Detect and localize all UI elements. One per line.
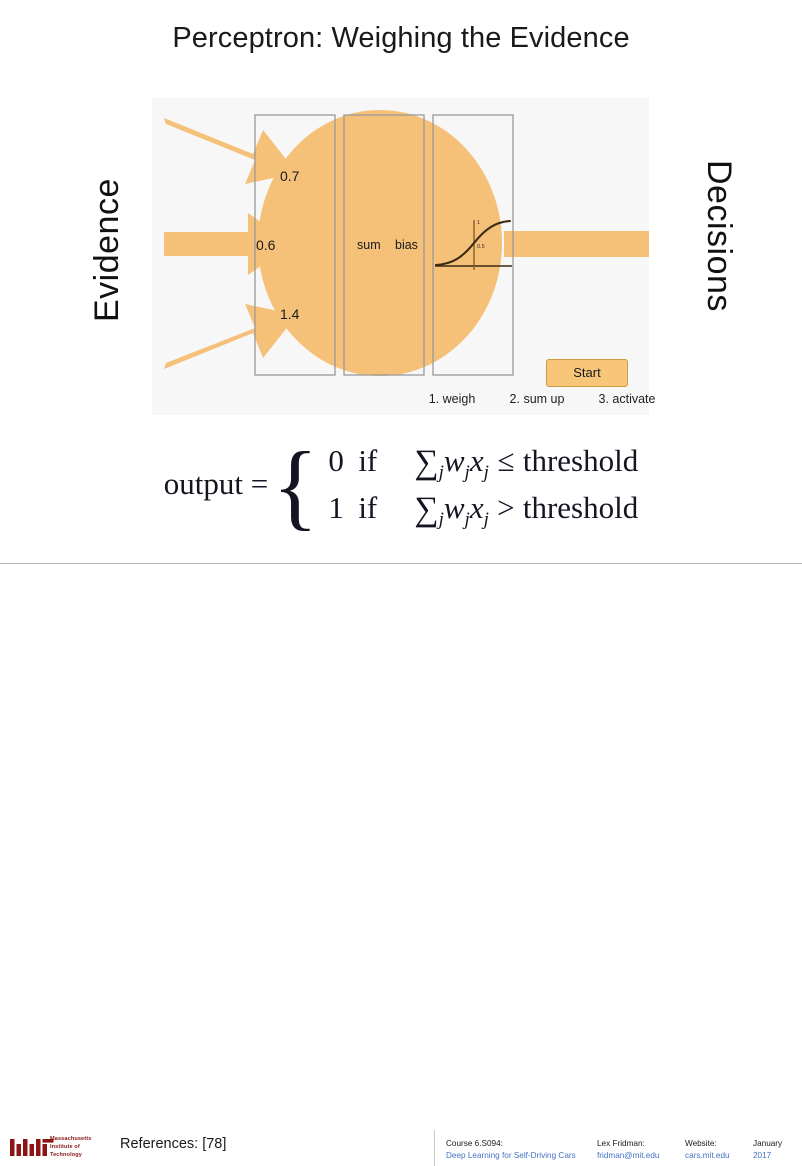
references-text: References: [78] <box>120 1136 227 1152</box>
footer-website-info: Website: cars.mit.edu <box>685 1138 730 1161</box>
formula-case-if: if <box>358 443 378 478</box>
formula-relation: ≤ <box>497 443 515 478</box>
slide-footer: Massachusetts Institute of Technology Re… <box>0 564 802 1166</box>
formula-weight-symbol: w <box>443 443 465 478</box>
formula-case-value: 1 <box>328 490 344 525</box>
mit-logo-line-1: Massachusetts <box>50 1136 92 1142</box>
step-label-activate: 3. activate <box>598 392 656 406</box>
footer-date-year: 2017 <box>753 1150 772 1160</box>
footer-course-title[interactable]: Deep Learning for Self-Driving Cars <box>446 1150 576 1162</box>
evidence-axis-label: Evidence <box>50 162 126 322</box>
footer-course-info: Course 6.S094: Deep Learning for Self-Dr… <box>446 1138 576 1161</box>
formula-weight-symbol: w <box>443 490 465 525</box>
start-button[interactable]: Start <box>546 359 628 387</box>
mit-logo-wordmark: Massachusetts Institute of Technology <box>50 1135 91 1160</box>
sum-label: sum <box>357 238 381 252</box>
mit-logo-line-2: Institute of <box>50 1144 80 1151</box>
formula-sum-symbol: ∑ <box>414 444 439 481</box>
formula-sum-symbol: ∑ <box>414 491 439 528</box>
formula-threshold: threshold <box>522 490 639 525</box>
footer-date-info: January 2017 <box>753 1138 782 1161</box>
formula-case-row: 0 if ∑jwjxj ≤ threshold <box>328 437 638 484</box>
formula-input-symbol: x <box>469 490 484 525</box>
formula-relation: > <box>497 490 515 525</box>
output-arrow <box>504 231 649 257</box>
weight-value-3: 1.4 <box>280 306 300 322</box>
bias-label: bias <box>395 238 418 252</box>
decisions-axis-label-text: Decisions <box>700 160 738 312</box>
footer-course-label: Course 6.S094: <box>446 1139 503 1148</box>
perceptron-output-formula: output ={ 0 if ∑jwjxj ≤ threshold 1 if ∑jwjxj >… <box>0 431 802 539</box>
footer-website-url[interactable]: cars.mit.edu <box>685 1150 730 1162</box>
formula-case-row: 1 if ∑jwjxj > threshold <box>328 484 638 531</box>
formula-input-symbol: x <box>469 443 484 478</box>
footer-website-label: Website: <box>685 1139 717 1148</box>
footer-author-info: Lex Fridman: fridman@mit.edu <box>597 1138 659 1161</box>
formula-case-if: if <box>358 490 378 525</box>
decisions-axis-label: Decisions <box>700 160 740 335</box>
step-label-sum-up: 2. sum up <box>509 392 565 406</box>
footer-vertical-divider <box>434 1130 435 1166</box>
weight-value-1: 0.7 <box>280 168 300 184</box>
formula-brace: { <box>272 431 319 539</box>
footer-date-month: January <box>753 1139 783 1148</box>
weight-value-2: 0.6 <box>256 237 276 253</box>
formula-threshold: threshold <box>522 443 639 478</box>
footer-author-email[interactable]: fridman@mit.edu <box>597 1150 659 1162</box>
perceptron-diagram: 1 0.5 0.7 0.6 1.4 sum bias 1. weigh 2. s… <box>152 98 655 415</box>
page-title: Perceptron: Weighing the Evidence <box>172 22 630 54</box>
formula-case-value: 0 <box>328 443 344 478</box>
svg-text:1: 1 <box>477 220 480 226</box>
mit-logo-line-3: Technology <box>50 1152 82 1159</box>
formula-left-hand-side: output = <box>163 466 269 501</box>
footer-author-label: Lex Fridman: <box>597 1139 645 1148</box>
svg-text:0.5: 0.5 <box>477 244 485 250</box>
evidence-axis-label-text: Evidence <box>88 178 126 322</box>
